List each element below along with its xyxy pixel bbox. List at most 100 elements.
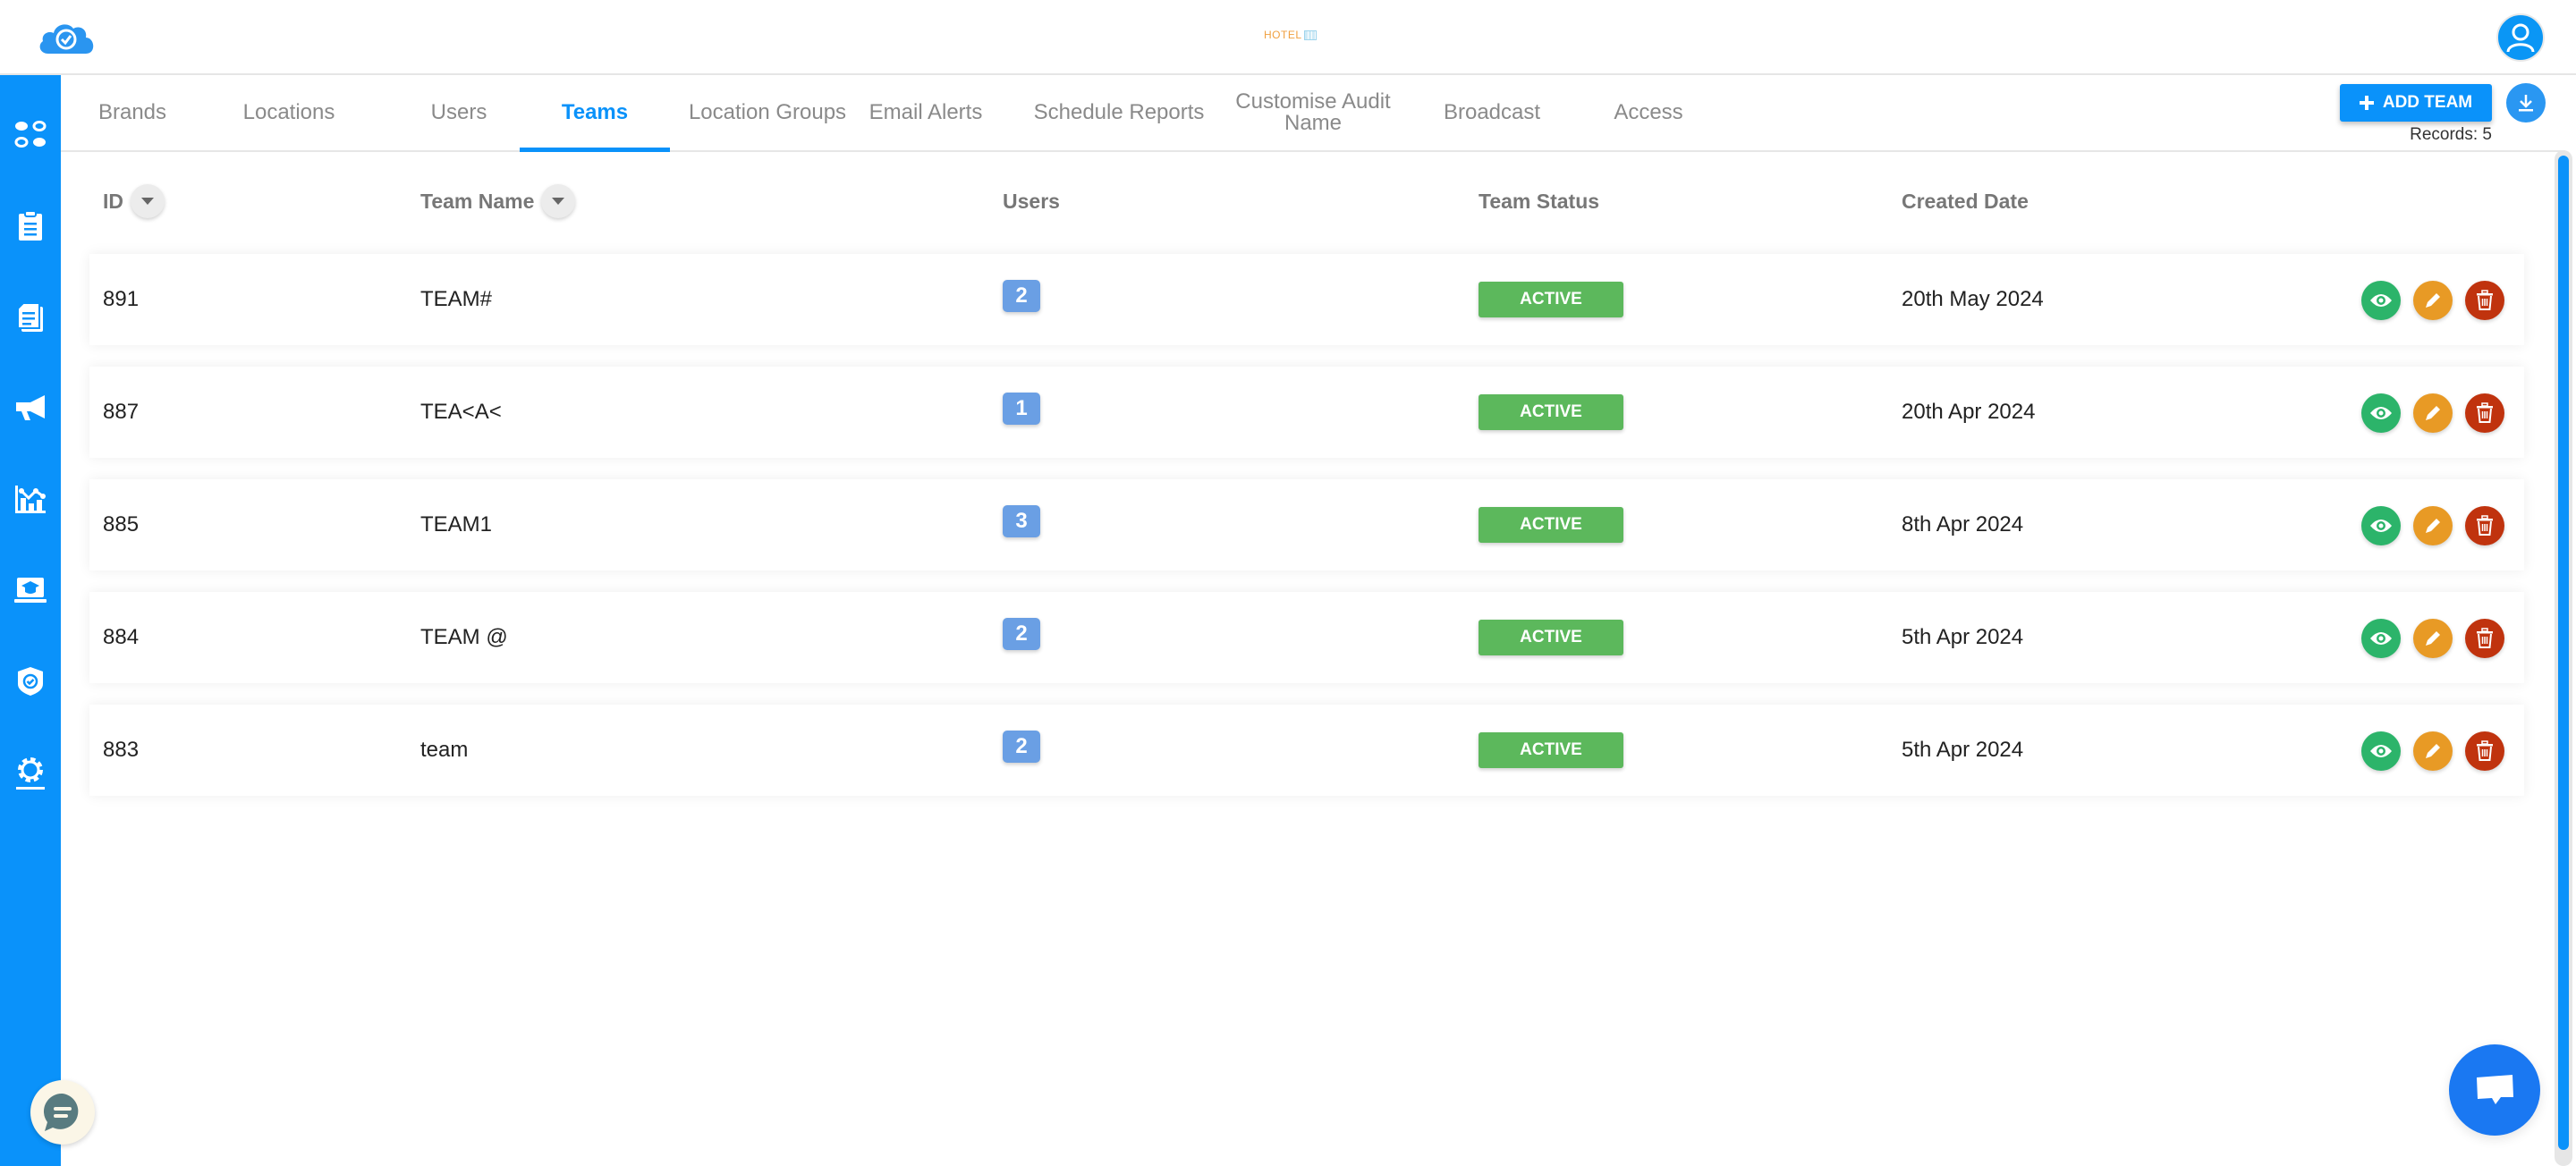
created-date: 8th Apr 2024	[1902, 512, 2024, 537]
download-button[interactable]	[2506, 83, 2546, 123]
column-label: ID	[103, 189, 123, 213]
clipboard-icon[interactable]	[13, 207, 48, 243]
laptop-graduation-icon[interactable]	[13, 572, 48, 608]
building-icon	[1303, 30, 1317, 40]
team-id: 883	[103, 738, 140, 762]
table-row: 891 TEAM# 2 ACTIVE 20th May 2024	[89, 254, 2524, 345]
team-name: TEA<A<	[420, 400, 502, 424]
team-name: TEAM#	[420, 287, 493, 311]
users-cell: 3	[1003, 479, 1040, 570]
column-label: Created Date	[1902, 189, 2029, 213]
view-button[interactable]	[2361, 731, 2401, 771]
edit-button[interactable]	[2413, 619, 2453, 658]
status-cell: ACTIVE	[1479, 254, 1623, 345]
view-button[interactable]	[2361, 281, 2401, 320]
column-label: Users	[1003, 189, 1060, 213]
column-label: Team Status	[1479, 189, 1600, 213]
table-header: ID Team Name Users Team Status Created D…	[89, 179, 2522, 224]
column-header-created-date: Created Date	[1902, 179, 2029, 224]
tab-access[interactable]: Access	[1599, 75, 1698, 150]
delete-button[interactable]	[2465, 619, 2504, 658]
chat-bubble-icon	[43, 1093, 79, 1131]
trash-icon	[2477, 402, 2493, 423]
column-label: Team Name	[420, 189, 535, 213]
vertical-scrollbar[interactable]	[2555, 150, 2572, 1166]
table-row: 885 TEAM1 3 ACTIVE 8th Apr 2024	[89, 479, 2524, 570]
live-chat-button[interactable]	[2449, 1044, 2540, 1136]
user-avatar[interactable]	[2496, 13, 2545, 62]
megaphone-icon[interactable]	[13, 390, 48, 426]
tab-email-alerts[interactable]: Email Alerts	[864, 75, 987, 150]
status-cell: ACTIVE	[1479, 367, 1623, 458]
tab-broadcast[interactable]: Broadcast	[1429, 75, 1555, 150]
created-date: 5th Apr 2024	[1902, 738, 2024, 762]
delete-button[interactable]	[2465, 506, 2504, 545]
cloud-check-icon[interactable]	[36, 18, 98, 57]
users-count-badge[interactable]: 2	[1003, 618, 1040, 650]
shield-check-icon[interactable]	[13, 663, 48, 699]
table-row: 883 team 2 ACTIVE 5th Apr 2024	[89, 705, 2524, 796]
pencil-icon	[2426, 631, 2440, 646]
delete-button[interactable]	[2465, 731, 2504, 771]
gear-icon[interactable]	[13, 755, 48, 790]
pencil-icon	[2426, 406, 2440, 420]
user-icon	[2506, 23, 2535, 53]
team-id: 887	[103, 400, 140, 424]
created-date: 5th Apr 2024	[1902, 625, 2024, 649]
chart-icon[interactable]	[13, 481, 48, 517]
eye-icon	[2370, 745, 2392, 757]
tab-brands[interactable]: Brands	[88, 75, 177, 150]
team-name: team	[420, 738, 469, 762]
team-id: 885	[103, 512, 140, 537]
users-cell: 1	[1003, 367, 1040, 458]
delete-button[interactable]	[2465, 281, 2504, 320]
tab-teams[interactable]: Teams	[520, 75, 670, 152]
column-header-id: ID	[103, 179, 165, 224]
tab-users[interactable]: Users	[410, 75, 508, 150]
eye-icon	[2370, 294, 2392, 307]
edit-button[interactable]	[2413, 393, 2453, 433]
users-count-badge[interactable]: 2	[1003, 731, 1040, 763]
view-button[interactable]	[2361, 393, 2401, 433]
status-cell: ACTIVE	[1479, 592, 1623, 683]
created-date: 20th Apr 2024	[1902, 400, 2036, 424]
table-row: 884 TEAM @ 2 ACTIVE 5th Apr 2024	[89, 592, 2524, 683]
users-count-badge[interactable]: 3	[1003, 505, 1040, 537]
trash-icon	[2477, 290, 2493, 310]
sort-team-name-button[interactable]	[541, 184, 576, 218]
edit-button[interactable]	[2413, 281, 2453, 320]
add-team-button[interactable]: ADD TEAM	[2340, 84, 2492, 122]
trash-icon	[2477, 515, 2493, 536]
dots-grid-icon[interactable]	[13, 116, 48, 152]
brand-logo: HOTEL	[1264, 29, 1317, 41]
users-count-badge[interactable]: 2	[1003, 280, 1040, 312]
tab-location-groups[interactable]: Location Groups	[678, 75, 857, 150]
status-cell: ACTIVE	[1479, 479, 1623, 570]
edit-button[interactable]	[2413, 506, 2453, 545]
status-badge: ACTIVE	[1479, 282, 1623, 317]
scrollbar-thumb[interactable]	[2558, 156, 2569, 1150]
tab-schedule-reports[interactable]: Schedule Reports	[1007, 75, 1231, 150]
users-cell: 2	[1003, 705, 1040, 796]
users-count-badge[interactable]: 1	[1003, 393, 1040, 425]
tab-customise-audit-name[interactable]: Customise Audit Name	[1215, 75, 1411, 150]
eye-icon	[2370, 407, 2392, 419]
view-button[interactable]	[2361, 619, 2401, 658]
documents-icon[interactable]	[13, 299, 48, 334]
trash-icon	[2477, 628, 2493, 648]
delete-button[interactable]	[2465, 393, 2504, 433]
column-header-users: Users	[1003, 179, 1060, 224]
view-button[interactable]	[2361, 506, 2401, 545]
team-id: 884	[103, 625, 140, 649]
sort-id-button[interactable]	[131, 184, 165, 218]
pencil-icon	[2426, 519, 2440, 533]
help-chat-button[interactable]	[30, 1080, 95, 1145]
column-header-team-status: Team Status	[1479, 179, 1599, 224]
records-count: Records: 5	[2410, 125, 2492, 144]
tab-locations[interactable]: Locations	[231, 75, 347, 150]
add-team-label: ADD TEAM	[2382, 93, 2473, 112]
trash-icon	[2477, 740, 2493, 761]
edit-button[interactable]	[2413, 731, 2453, 771]
status-badge: ACTIVE	[1479, 507, 1623, 543]
status-badge: ACTIVE	[1479, 732, 1623, 768]
